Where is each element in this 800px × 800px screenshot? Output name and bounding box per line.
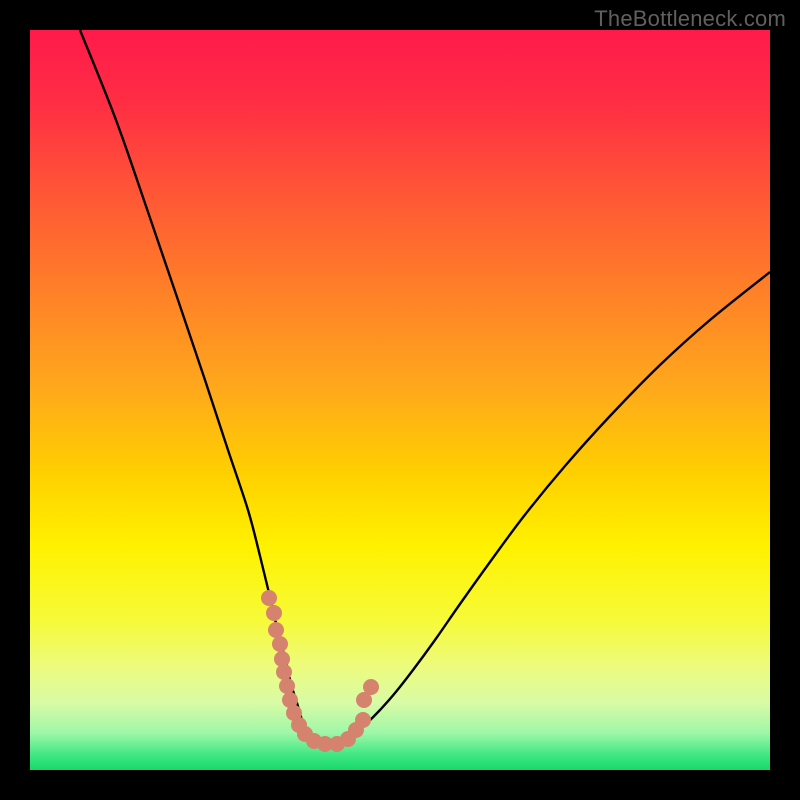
gradient-background	[30, 30, 770, 770]
curve-marker	[266, 605, 282, 621]
bottleneck-chart	[0, 0, 800, 800]
curve-marker	[272, 636, 288, 652]
curve-marker	[363, 679, 379, 695]
curve-marker	[279, 678, 295, 694]
chart-stage: TheBottleneck.com	[0, 0, 800, 800]
curve-marker	[355, 712, 371, 728]
curve-marker	[261, 590, 277, 606]
curve-marker	[276, 664, 292, 680]
curve-marker	[268, 622, 284, 638]
watermark-text: TheBottleneck.com	[594, 6, 786, 32]
